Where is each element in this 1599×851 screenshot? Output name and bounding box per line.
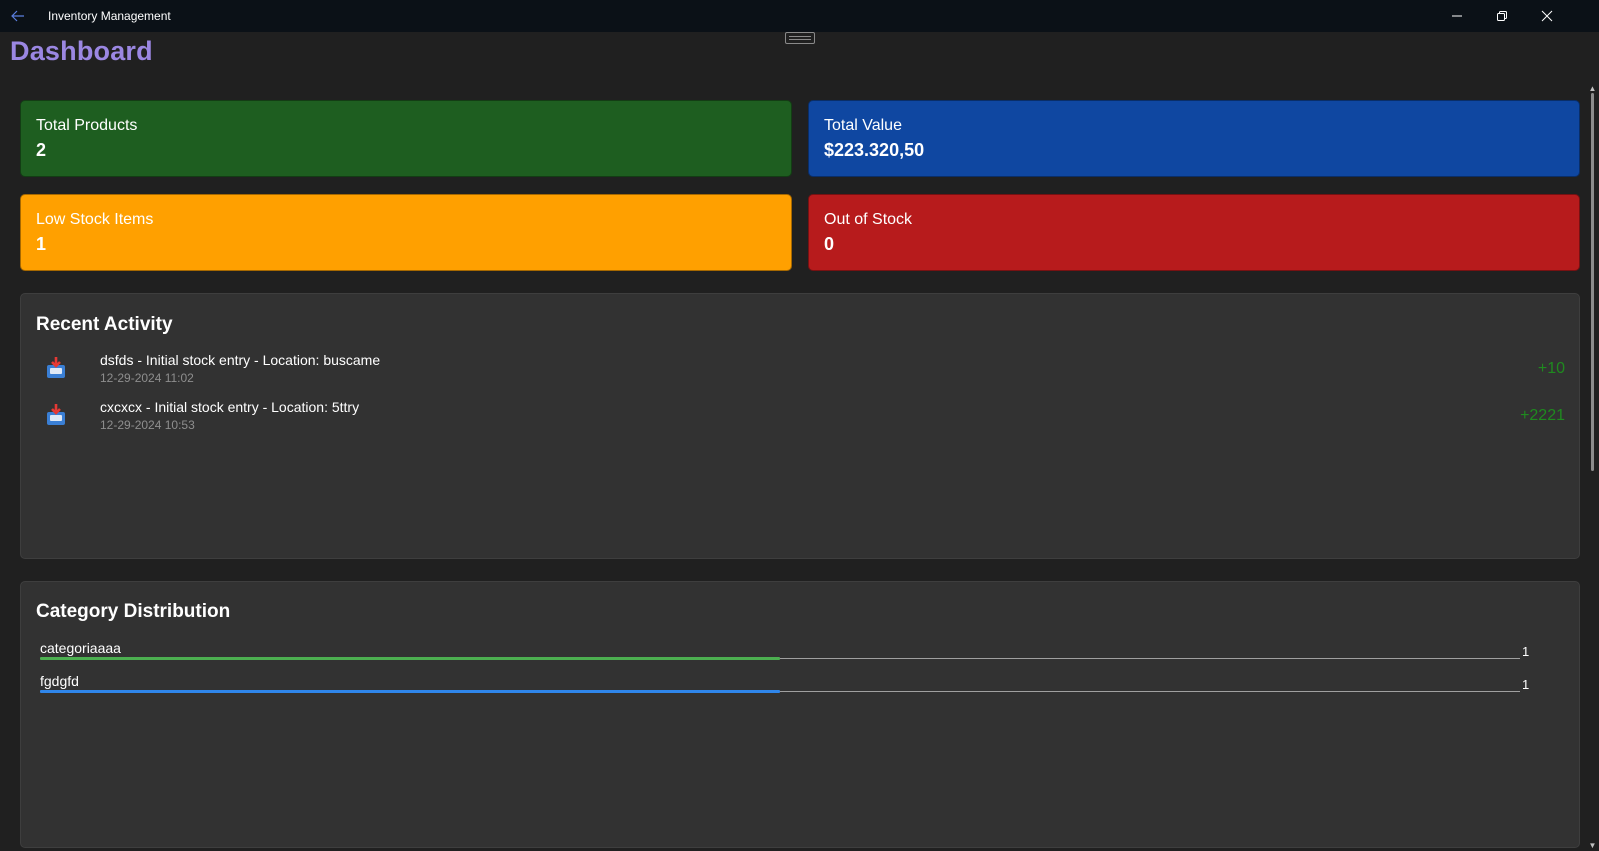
card-label: Low Stock Items (36, 211, 154, 228)
card-value: $223.320,50 (824, 140, 925, 160)
category-name: categoriaaaa (40, 640, 121, 656)
category-row: categoriaaaa 1 (40, 640, 1560, 668)
card-label: Total Products (36, 117, 138, 134)
activity-quantity: +2221 (1520, 407, 1565, 424)
category-bar-fill (40, 657, 780, 660)
close-button[interactable] (1524, 0, 1570, 32)
arrow-left-icon (11, 10, 24, 22)
activity-text: cxcxcx - Initial stock entry - Location:… (100, 399, 360, 415)
inbox-tray-icon (47, 404, 65, 425)
low-stock-card: Low Stock Items 1 (20, 194, 792, 271)
category-row: fgdgfd 1 (40, 673, 1560, 701)
page-title: Dashboard (10, 36, 153, 66)
category-distribution-title: Category Distribution (36, 601, 231, 622)
back-button[interactable] (8, 6, 28, 26)
out-of-stock-card: Out of Stock 0 (808, 194, 1580, 271)
activity-item[interactable]: cxcxcx - Initial stock entry - Location:… (45, 399, 1585, 439)
recent-activity-title: Recent Activity (36, 314, 173, 335)
card-value: 0 (824, 234, 835, 254)
category-distribution-panel: Category Distribution (20, 581, 1580, 848)
category-count: 1 (1522, 677, 1530, 692)
minimize-button[interactable] (1434, 0, 1480, 32)
close-icon (1541, 10, 1553, 22)
restore-icon (1497, 11, 1507, 21)
card-label: Out of Stock (824, 211, 913, 228)
activity-time: 12-29-2024 11:02 (100, 371, 194, 385)
category-count: 1 (1522, 644, 1530, 659)
inbox-tray-icon (47, 357, 65, 378)
recent-activity-panel: Recent Activity dsfds - Initial stock en… (20, 293, 1580, 559)
card-value: 1 (36, 234, 47, 254)
drag-handle[interactable] (785, 32, 815, 44)
minimize-icon (1452, 15, 1462, 17)
card-label: Total Value (824, 117, 902, 134)
activity-time: 12-29-2024 10:53 (100, 418, 195, 432)
scroll-down-icon[interactable]: ▼ (1588, 841, 1597, 850)
app-title: Inventory Management (48, 9, 171, 23)
drag-handle-line (789, 36, 811, 37)
activity-text: dsfds - Initial stock entry - Location: … (100, 352, 381, 368)
title-bar: Inventory Management (0, 0, 1599, 32)
vertical-scrollbar[interactable]: ▲ ▼ (1588, 84, 1597, 851)
scroll-thumb[interactable] (1591, 93, 1594, 471)
category-bar-fill (40, 690, 780, 693)
activity-quantity: +10 (1537, 360, 1565, 377)
total-products-card: Total Products 2 (20, 100, 792, 177)
drag-handle-line (789, 39, 811, 40)
restore-button[interactable] (1479, 0, 1525, 32)
scroll-up-icon[interactable]: ▲ (1588, 84, 1597, 93)
category-name: fgdgfd (40, 673, 79, 689)
activity-item[interactable]: dsfds - Initial stock entry - Location: … (45, 352, 1585, 392)
total-value-card: Total Value $223.320,50 (808, 100, 1580, 177)
card-value: 2 (36, 140, 47, 160)
